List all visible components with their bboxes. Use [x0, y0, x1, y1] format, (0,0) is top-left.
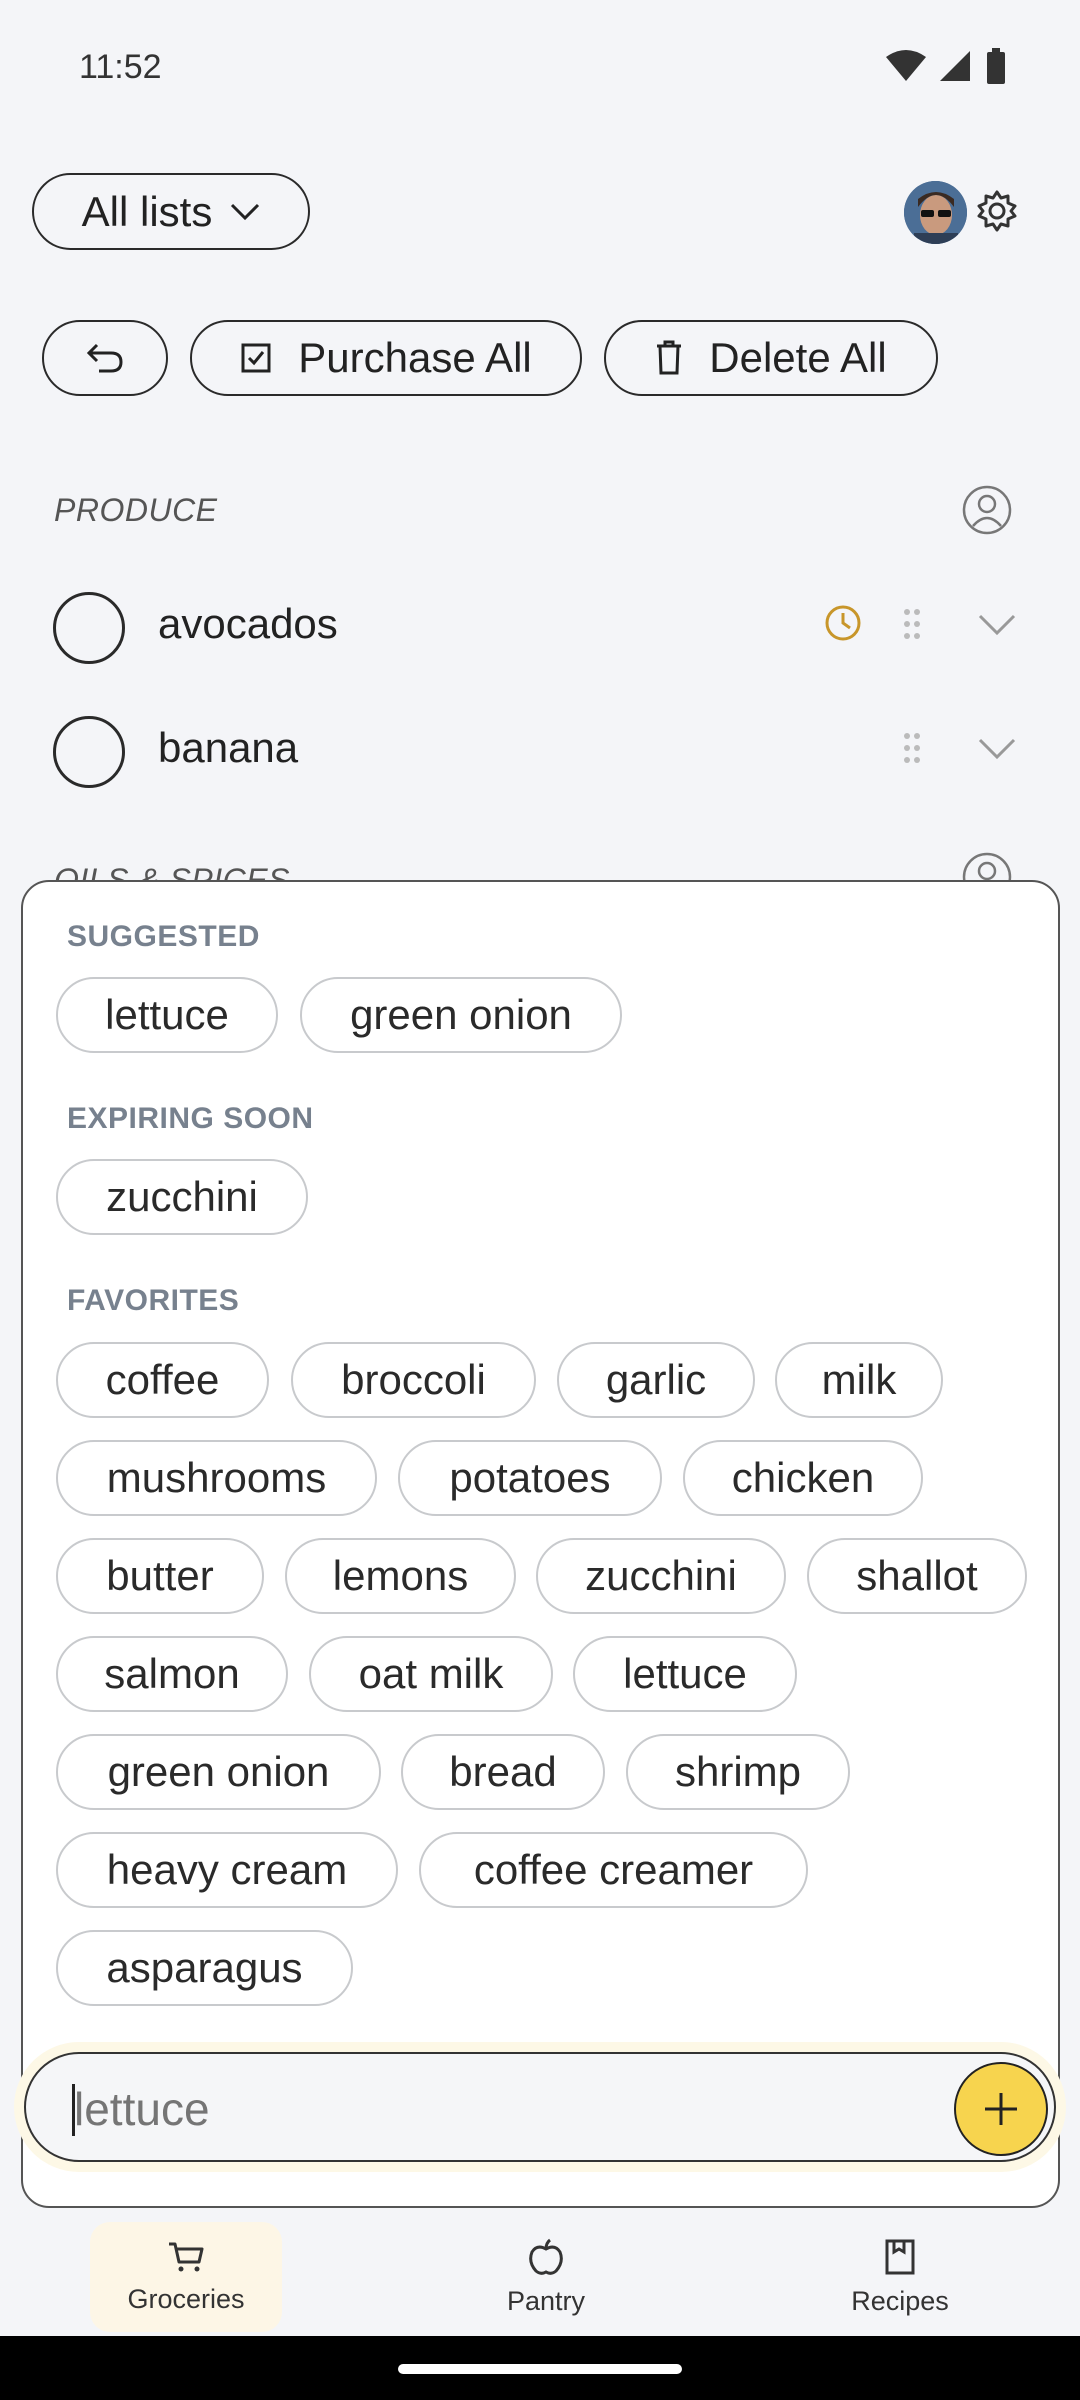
signal-icon [940, 51, 970, 81]
drag-handle-icon[interactable] [902, 732, 922, 764]
book-icon [885, 2239, 915, 2274]
favorite-chip[interactable]: bread [401, 1734, 605, 1810]
list-item: banana [0, 698, 1080, 808]
item-checkbox[interactable] [53, 592, 125, 664]
chevron-down-icon[interactable] [978, 614, 1016, 636]
undo-button[interactable] [42, 320, 168, 396]
nav-groceries-label: Groceries [127, 2283, 245, 2314]
wifi-icon [886, 50, 926, 81]
item-checkbox[interactable] [53, 716, 125, 788]
favorite-chip[interactable]: chicken [683, 1440, 923, 1516]
avatar[interactable] [904, 181, 967, 244]
favorite-chip[interactable]: butter [56, 1538, 264, 1614]
favorite-chip[interactable]: salmon [56, 1636, 288, 1712]
add-item-field[interactable] [24, 2052, 1056, 2162]
list-item: avocados [0, 574, 1080, 684]
favorite-chip[interactable]: shallot [807, 1538, 1027, 1614]
battery-icon [987, 48, 1005, 84]
section-title-produce: PRODUCE [54, 492, 218, 528]
plus-icon [985, 2093, 1017, 2125]
purchase-all-button[interactable]: Purchase All [190, 320, 582, 396]
favorite-chip[interactable]: coffee [56, 1342, 269, 1418]
list-selector-dropdown[interactable]: All lists [32, 173, 310, 250]
suggestions-sheet: SUGGESTED lettuce green onion EXPIRING S… [21, 880, 1060, 2208]
favorite-chip[interactable]: coffee creamer [419, 1832, 808, 1908]
home-indicator[interactable] [398, 2364, 682, 2374]
nav-recipes[interactable]: Recipes [804, 2222, 996, 2332]
chevron-down-icon [231, 203, 260, 220]
favorite-chip[interactable]: broccoli [291, 1342, 536, 1418]
suggested-heading: SUGGESTED [67, 920, 260, 953]
expiring-soon-heading: EXPIRING SOON [67, 1102, 314, 1135]
list-selector-label: All lists [81, 187, 213, 235]
clock-icon [825, 605, 861, 641]
add-item-bar [14, 2042, 1066, 2172]
favorite-chip[interactable]: mushrooms [56, 1440, 377, 1516]
favorites-heading: FAVORITES [67, 1284, 240, 1317]
favorite-chip[interactable]: lemons [285, 1538, 516, 1614]
favorite-chip[interactable]: oat milk [309, 1636, 553, 1712]
undo-icon [86, 343, 123, 373]
item-name: banana [158, 724, 299, 771]
add-item-input[interactable] [74, 2082, 924, 2136]
gear-icon[interactable] [975, 189, 1019, 233]
add-button[interactable] [954, 2062, 1048, 2156]
nav-recipes-label: Recipes [851, 2285, 949, 2316]
favorite-chip[interactable]: shrimp [626, 1734, 850, 1810]
system-nav-bar [0, 2336, 1080, 2400]
favorite-chip[interactable]: asparagus [56, 1930, 353, 2006]
favorite-chip[interactable]: green onion [56, 1734, 381, 1810]
text-caret [72, 2084, 75, 2136]
drag-handle-icon[interactable] [902, 608, 922, 640]
expiring-chip[interactable]: zucchini [56, 1159, 308, 1235]
chevron-down-icon[interactable] [978, 738, 1016, 760]
status-bar: 11:52 [0, 0, 1080, 130]
delete-all-label: Delete All [709, 334, 887, 381]
user-icon[interactable] [962, 485, 1012, 535]
nav-pantry[interactable]: Pantry [450, 2222, 642, 2332]
nav-groceries[interactable]: Groceries [90, 2222, 282, 2332]
favorite-chip[interactable]: milk [775, 1342, 943, 1418]
suggested-chip[interactable]: green onion [300, 977, 622, 1053]
nav-pantry-label: Pantry [506, 2285, 586, 2316]
favorite-chip[interactable]: potatoes [398, 1440, 662, 1516]
suggested-chip[interactable]: lettuce [56, 977, 278, 1053]
favorite-chip[interactable]: heavy cream [56, 1832, 398, 1908]
trash-icon [657, 340, 682, 375]
status-time: 11:52 [79, 48, 162, 86]
purchase-all-label: Purchase All [298, 334, 532, 381]
apple-icon [529, 2238, 563, 2275]
delete-all-button[interactable]: Delete All [604, 320, 938, 396]
item-name: avocados [158, 600, 338, 647]
favorite-chip[interactable]: garlic [557, 1342, 755, 1418]
favorite-chip[interactable]: lettuce [573, 1636, 797, 1712]
checkbox-icon [241, 343, 271, 373]
favorite-chip[interactable]: zucchini [536, 1538, 786, 1614]
cart-icon [169, 2242, 204, 2271]
bottom-nav: Groceries Pantry Recipes [0, 2208, 1080, 2336]
